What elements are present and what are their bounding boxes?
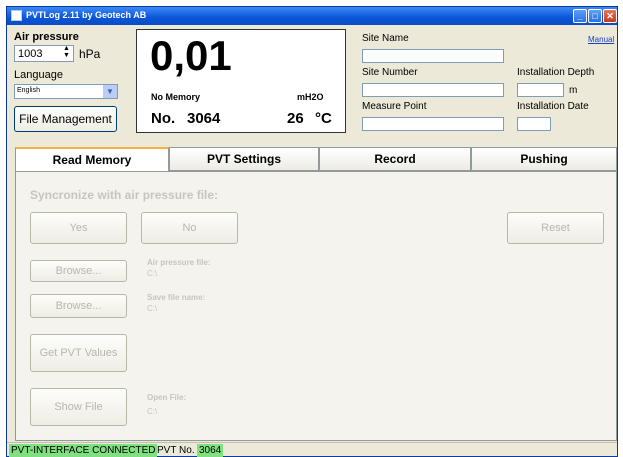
- site-name-input[interactable]: [362, 49, 504, 63]
- no-button[interactable]: No: [141, 212, 238, 244]
- language-label: Language: [14, 69, 63, 81]
- language-select[interactable]: English ▼: [14, 84, 118, 99]
- minimize-icon[interactable]: _: [573, 9, 587, 23]
- app-icon: [11, 10, 22, 21]
- show-file-button[interactable]: Show File: [30, 388, 127, 426]
- sync-label: Syncronize with air pressure file:: [30, 188, 219, 202]
- maximize-icon[interactable]: □: [588, 9, 602, 23]
- air-pressure-value: 1003: [18, 48, 43, 60]
- connection-status: PVT-INTERFACE CONNECTED: [9, 444, 158, 457]
- air-pressure-label: Air pressure: [14, 31, 79, 43]
- tab-record[interactable]: Record: [319, 147, 471, 171]
- air-pressure-file-label: Air pressure file:: [147, 258, 211, 267]
- reading-display: 0,01 No Memory mH2O No. 3064 26 °C: [136, 29, 346, 133]
- read-memory-panel: Syncronize with air pressure file: Yes N…: [15, 171, 617, 441]
- get-pvt-values-button[interactable]: Get PVT Values: [30, 334, 127, 372]
- app-window: PVTLog 2.11 by Geotech AB _ □ ✕ Air pres…: [6, 6, 618, 457]
- temperature-value: 26: [287, 110, 304, 127]
- measure-point-input[interactable]: [362, 117, 504, 131]
- pvt-no-value: 3064: [197, 444, 224, 457]
- number-label: No.: [151, 110, 176, 127]
- reset-button[interactable]: Reset: [507, 212, 604, 244]
- installation-date-input[interactable]: [517, 117, 551, 131]
- language-value: English: [17, 87, 40, 94]
- yes-button[interactable]: Yes: [30, 212, 127, 244]
- title-bar[interactable]: PVTLog 2.11 by Geotech AB _ □ ✕: [7, 7, 617, 25]
- reading-value: 0,01: [150, 32, 232, 79]
- tab-bar: Read Memory PVT Settings Record Pushing: [15, 147, 617, 173]
- tab-pushing[interactable]: Pushing: [471, 147, 617, 171]
- file-management-button[interactable]: File Management: [14, 106, 117, 132]
- measure-point-label: Measure Point: [362, 101, 427, 112]
- reading-unit: mH2O: [297, 92, 324, 102]
- installation-depth-label: Installation Depth: [517, 67, 595, 78]
- open-file-label: Open File:: [147, 393, 187, 402]
- air-pressure-unit: hPa: [79, 47, 101, 61]
- stepper-arrows-icon[interactable]: ▲ ▼: [63, 45, 70, 59]
- browse-air-pressure-button[interactable]: Browse...: [30, 260, 127, 282]
- site-name-label: Site Name: [362, 33, 409, 44]
- manual-link[interactable]: Manual: [588, 35, 614, 44]
- temperature-unit: °C: [315, 110, 332, 127]
- air-pressure-stepper[interactable]: 1003 ▲ ▼: [14, 45, 74, 62]
- open-file-value: C:\: [147, 407, 158, 416]
- status-bar: PVT-INTERFACE CONNECTED PVT No. 3064: [7, 442, 617, 457]
- air-pressure-file-value: C:\: [147, 269, 158, 278]
- save-file-value: C:\: [147, 304, 158, 313]
- number-value: 3064: [187, 110, 221, 127]
- tab-pvt-settings[interactable]: PVT Settings: [169, 147, 319, 171]
- window-title: PVTLog 2.11 by Geotech AB: [26, 10, 147, 20]
- browse-save-file-button[interactable]: Browse...: [30, 294, 127, 318]
- site-number-label: Site Number: [362, 67, 418, 78]
- tab-read-memory[interactable]: Read Memory: [15, 147, 169, 173]
- depth-unit: m: [569, 85, 578, 96]
- installation-date-label: Installation Date: [517, 101, 589, 112]
- memory-status: No Memory: [151, 92, 201, 102]
- installation-depth-input[interactable]: [517, 83, 564, 97]
- site-number-input[interactable]: [362, 83, 504, 97]
- chevron-down-icon[interactable]: ▼: [103, 85, 117, 98]
- close-icon[interactable]: ✕: [603, 9, 617, 23]
- save-file-label: Save file name:: [147, 293, 206, 302]
- pvt-no-label: PVT No.: [157, 445, 195, 456]
